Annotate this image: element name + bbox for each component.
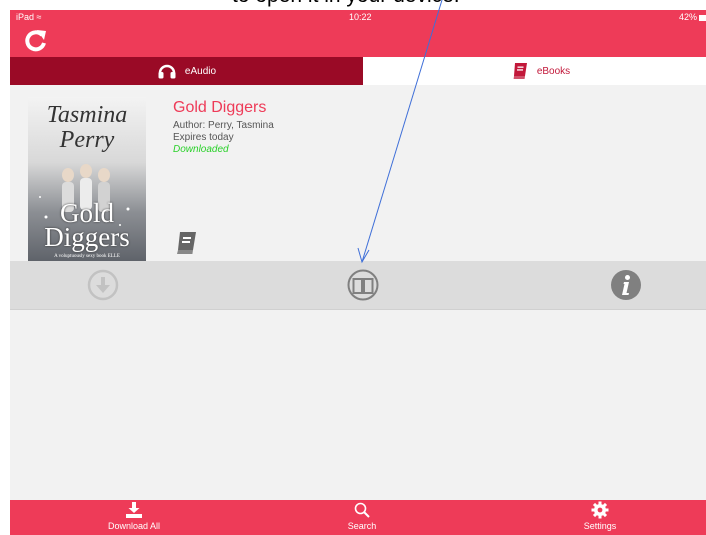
annotation-arrow <box>357 0 443 264</box>
